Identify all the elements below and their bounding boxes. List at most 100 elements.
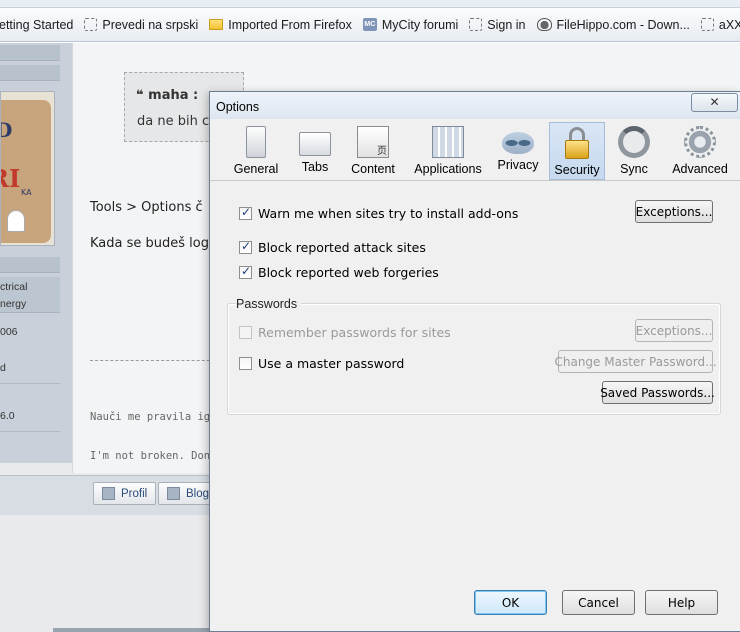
address-bar-strip: [0, 0, 740, 8]
avatar-drawing: KA: [21, 188, 32, 197]
tab-tabs[interactable]: Tabs: [295, 122, 335, 180]
avatar-ghost-drawing: [7, 210, 25, 232]
button-label: Exceptions...: [635, 323, 713, 338]
dashed-page-icon: [469, 18, 483, 31]
avatar: D RI KA: [0, 91, 55, 246]
profile-icon: [102, 487, 115, 500]
preferences-pane-toolbar: General Tabs 页 Content Applications Priv…: [210, 119, 740, 181]
pane-label: Content: [351, 162, 395, 176]
pane-label: Advanced: [672, 162, 728, 176]
mycity-favicon-icon: MC: [362, 18, 377, 31]
help-button[interactable]: Help: [645, 590, 718, 615]
tab-advanced[interactable]: Advanced: [670, 122, 730, 180]
pane-label: Privacy: [497, 158, 539, 172]
block-forgeries-checkbox[interactable]: [239, 264, 252, 279]
bookmark-imported-folder[interactable]: Imported From Firefox: [204, 18, 358, 32]
button-label: Change Master Password...: [554, 354, 717, 369]
tab-security[interactable]: Security: [549, 122, 605, 180]
button-label: Help: [667, 595, 696, 610]
content-pane-icon: 页: [357, 126, 389, 158]
remember-passwords-option[interactable]: Remember passwords for sites: [239, 325, 451, 340]
bookmark-label: etting Started: [0, 17, 74, 32]
pane-label: General: [233, 162, 279, 176]
block-attack-option[interactable]: Block reported attack sites: [239, 239, 426, 255]
pane-label: Security: [554, 163, 600, 177]
signature-divider: [90, 360, 220, 361]
padlock-icon: [564, 127, 590, 159]
pane-label: Applications: [414, 162, 482, 176]
warn-addons-label: Warn me when sites try to install add-on…: [258, 206, 519, 221]
block-attack-label: Block reported attack sites: [258, 240, 426, 255]
change-master-password-button[interactable]: Change Master Password...: [554, 350, 717, 373]
blog-button-label: Blog: [186, 487, 210, 500]
user-bar: [0, 257, 60, 273]
pane-label: Sync: [620, 162, 648, 176]
button-label: Saved Passwords...: [600, 385, 715, 400]
quote-text: da ne bih c: [137, 114, 210, 129]
avatar-drawing: RI: [1, 164, 21, 193]
bookmark-prevedi[interactable]: Prevedi na srpski: [79, 18, 204, 32]
bookmark-axxo[interactable]: aXXo Movie: [696, 18, 740, 32]
post-text: Kada se budeš log: [90, 236, 209, 251]
horizontal-scrollbar[interactable]: [53, 628, 213, 632]
bookmark-label: Imported From Firefox: [228, 17, 352, 32]
block-forgeries-option[interactable]: Block reported web forgeries: [239, 264, 439, 280]
button-label: Cancel: [578, 595, 619, 610]
profile-button[interactable]: Profil: [93, 482, 157, 505]
gear-icon: [684, 126, 716, 158]
passwords-caption: Passwords: [236, 297, 302, 311]
user-location: d: [0, 362, 6, 374]
warn-addons-checkbox[interactable]: [239, 205, 252, 220]
tab-sync[interactable]: Sync: [614, 122, 654, 180]
user-bar: [0, 65, 60, 81]
privacy-mask-icon: [502, 132, 534, 154]
avatar-drawing: D: [1, 118, 12, 142]
user-info-column: D RI KA ctrical nergy 006 d 6.0: [0, 43, 72, 463]
passwords-exceptions-button[interactable]: Exceptions...: [635, 319, 713, 342]
quote-author: ❝ maha :: [136, 88, 199, 103]
user-rank-line: nergy: [0, 298, 27, 310]
bookmarks-toolbar: etting Started Prevedi na srpski Importe…: [0, 8, 740, 42]
bookmark-sign-in[interactable]: Sign in: [464, 18, 531, 32]
bookmark-getting-started[interactable]: etting Started: [0, 18, 79, 32]
user-bar: [0, 45, 60, 61]
master-password-checkbox[interactable]: [239, 357, 252, 370]
profile-button-label: Profil: [121, 487, 148, 500]
folder-icon: [209, 19, 224, 30]
pane-label: Tabs: [301, 160, 329, 174]
bookmark-label: MyCity forumi: [381, 17, 459, 32]
user-join-date: 006: [0, 326, 18, 338]
dashed-page-icon: [700, 18, 714, 31]
rss-icon: [167, 487, 180, 500]
bookmark-label: Prevedi na srpski: [102, 17, 199, 32]
user-browser: 6.0: [0, 410, 15, 422]
sync-icon: [618, 126, 650, 158]
button-label: OK: [501, 595, 520, 610]
tabs-pane-icon: [299, 132, 331, 156]
tab-content[interactable]: 页 Content: [347, 122, 399, 180]
master-password-option[interactable]: Use a master password: [239, 356, 404, 371]
bookmark-label: Sign in: [487, 17, 526, 32]
quote-author-name: maha :: [148, 88, 199, 103]
block-forgeries-label: Block reported web forgeries: [258, 265, 439, 280]
signature-text: I'm not broken. Don': [90, 450, 217, 462]
bookmark-label: FileHippo.com - Down...: [556, 17, 690, 32]
close-button[interactable]: ✕: [691, 93, 738, 112]
bookmark-mycity[interactable]: MC MyCity forumi: [358, 18, 464, 32]
tab-applications[interactable]: Applications: [410, 122, 486, 180]
saved-passwords-button[interactable]: Saved Passwords...: [600, 381, 715, 404]
block-attack-checkbox[interactable]: [239, 239, 252, 254]
tab-privacy[interactable]: Privacy: [495, 122, 541, 180]
tab-general[interactable]: General: [227, 122, 285, 180]
addons-exceptions-button[interactable]: Exceptions...: [635, 200, 713, 223]
remember-passwords-checkbox[interactable]: [239, 326, 252, 339]
bookmark-label: aXXo Movie: [718, 17, 740, 32]
bookmark-filehippo[interactable]: FileHippo.com - Down...: [532, 18, 696, 32]
applications-pane-icon: [432, 126, 464, 158]
cancel-button[interactable]: Cancel: [562, 590, 635, 615]
dialog-titlebar[interactable]: Options ✕: [210, 92, 740, 119]
filehippo-favicon-icon: [536, 18, 552, 31]
ok-button[interactable]: OK: [474, 590, 547, 615]
close-icon: ✕: [709, 95, 720, 109]
warn-addons-option[interactable]: Warn me when sites try to install add-on…: [239, 205, 519, 221]
